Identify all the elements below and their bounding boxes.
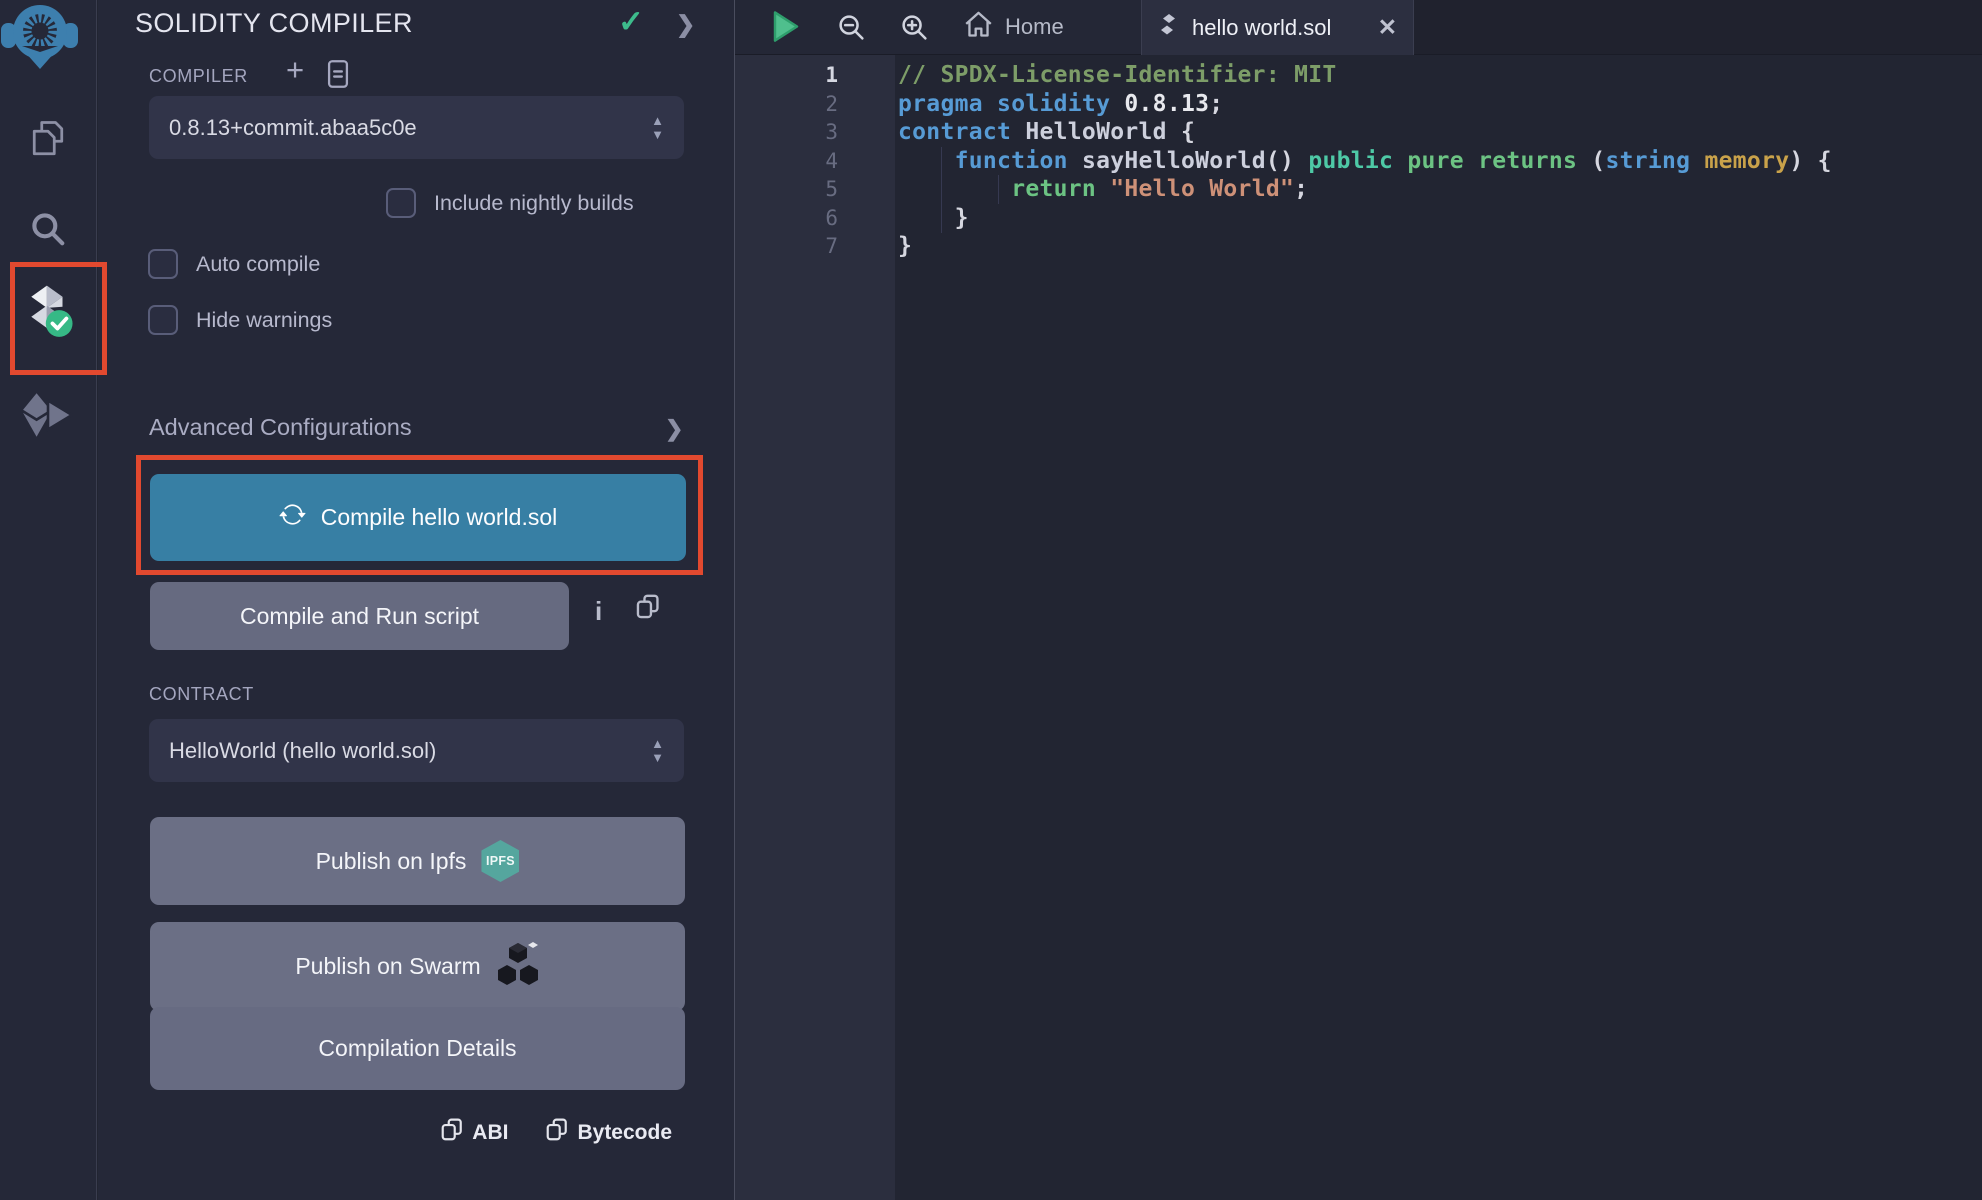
- line-number: 1: [735, 63, 838, 87]
- tab-home-label: Home: [1005, 14, 1064, 40]
- code-text: }: [898, 205, 969, 231]
- side-panel: SOLIDITY COMPILER ✓ ❯ COMPILER + 0.8.13+…: [98, 0, 735, 1200]
- copy-bytecode-button[interactable]: Bytecode: [546, 1118, 672, 1148]
- swarm-icon: [496, 941, 540, 993]
- compilation-details-button[interactable]: Compilation Details: [150, 1007, 685, 1090]
- compiler-version-value: 0.8.13+commit.abaa5c0e: [169, 115, 417, 141]
- include-nightly-row[interactable]: Include nightly builds: [386, 188, 634, 218]
- code-text: function sayHelloWorld() public pure ret…: [898, 148, 1832, 174]
- code-editor[interactable]: 1 // SPDX-License-Identifier: MIT 2 pragma …: [735, 55, 1982, 1200]
- tab-active-label: hello world.sol: [1192, 15, 1331, 41]
- compile-and-run-button[interactable]: Compile and Run script: [150, 582, 569, 650]
- copy-icon[interactable]: [636, 594, 660, 625]
- line-number: 3: [735, 120, 838, 144]
- tabbar-empty-space: [1414, 0, 1982, 54]
- line-number: 5: [735, 177, 838, 201]
- advanced-configurations-toggle[interactable]: Advanced Configurations ❯: [98, 412, 735, 452]
- code-line[interactable]: 2 pragma solidity 0.8.13;: [735, 90, 1982, 119]
- tab-home[interactable]: Home: [963, 0, 1064, 54]
- code-text: pragma solidity 0.8.13;: [898, 91, 1223, 117]
- advanced-configurations-label: Advanced Configurations: [149, 414, 412, 441]
- deploy-run-icon[interactable]: [0, 392, 96, 438]
- code-line[interactable]: 4 function sayHelloWorld() public pure r…: [735, 147, 1982, 176]
- solidity-compiler-icon[interactable]: [0, 280, 96, 338]
- auto-compile-label: Auto compile: [196, 252, 320, 277]
- copy-icon: [546, 1118, 568, 1148]
- compiler-version-select[interactable]: 0.8.13+commit.abaa5c0e ▲▼: [149, 96, 684, 159]
- publish-swarm-label: Publish on Swarm: [295, 953, 480, 980]
- contract-select[interactable]: HelloWorld (hello world.sol) ▲▼: [149, 719, 684, 782]
- publish-ipfs-button[interactable]: Publish on Ipfs IPFS: [150, 817, 685, 905]
- line-number: 2: [735, 92, 838, 116]
- ipfs-icon: IPFS: [481, 840, 519, 882]
- hide-warnings-checkbox[interactable]: [148, 305, 178, 335]
- abi-bytecode-row: ABI Bytecode: [441, 1118, 672, 1148]
- plus-icon[interactable]: +: [286, 52, 304, 88]
- code-lines: 1 // SPDX-License-Identifier: MIT 2 pragma …: [735, 61, 1982, 261]
- file-icon[interactable]: [326, 60, 350, 93]
- activity-bar: [0, 0, 97, 1200]
- editor-tabbar: Home hello world.sol ✕: [735, 0, 1982, 55]
- line-number: 6: [735, 206, 838, 230]
- refresh-icon: [279, 501, 306, 534]
- code-line[interactable]: 7}: [735, 232, 1982, 261]
- auto-compile-checkbox[interactable]: [148, 249, 178, 279]
- panel-title: SOLIDITY COMPILER: [135, 8, 413, 39]
- compile-button-label: Compile hello world.sol: [321, 504, 558, 531]
- home-icon: [963, 9, 994, 46]
- remix-logo[interactable]: [0, 2, 80, 70]
- editor-area: Home hello world.sol ✕ 1 // SPDX-License-…: [735, 0, 1982, 1200]
- copy-icon: [441, 1118, 463, 1148]
- stepper-icon: ▲▼: [651, 738, 664, 763]
- code-line[interactable]: 3 contract HelloWorld {: [735, 118, 1982, 147]
- auto-compile-row[interactable]: Auto compile: [148, 249, 320, 279]
- remix-ide-screen: SOLIDITY COMPILER ✓ ❯ COMPILER + 0.8.13+…: [0, 0, 1982, 1200]
- info-icon[interactable]: i: [595, 596, 602, 627]
- zoom-in-icon[interactable]: [900, 13, 929, 47]
- code-text: // SPDX-License-Identifier: MIT: [898, 62, 1337, 88]
- run-icon[interactable]: [771, 10, 801, 48]
- contract-section-label: CONTRACT: [149, 684, 254, 705]
- code-line[interactable]: 5 return "Hello World";: [735, 175, 1982, 204]
- line-number: 4: [735, 149, 838, 173]
- bytecode-label: Bytecode: [577, 1121, 672, 1145]
- chevron-right-icon[interactable]: ❯: [676, 11, 695, 38]
- include-nightly-label: Include nightly builds: [434, 191, 634, 216]
- code-line[interactable]: 6 }: [735, 204, 1982, 233]
- tab-hello-world-sol[interactable]: hello world.sol ✕: [1141, 0, 1414, 55]
- compiler-success-badge-icon: [46, 310, 73, 337]
- compiler-section-label: COMPILER: [149, 66, 248, 87]
- code-text: }: [898, 233, 912, 259]
- close-icon[interactable]: ✕: [1378, 14, 1397, 41]
- stepper-icon: ▲▼: [651, 115, 664, 140]
- publish-ipfs-label: Publish on Ipfs: [316, 848, 467, 875]
- compile-button[interactable]: Compile hello world.sol: [150, 474, 686, 561]
- contract-select-value: HelloWorld (hello world.sol): [169, 738, 436, 764]
- advanced-chevron-icon: ❯: [665, 416, 683, 442]
- publish-swarm-button[interactable]: Publish on Swarm: [150, 922, 685, 1011]
- check-icon: ✓: [618, 4, 644, 40]
- code-line[interactable]: 1 // SPDX-License-Identifier: MIT: [735, 61, 1982, 90]
- zoom-out-icon[interactable]: [837, 13, 866, 47]
- solidity-file-icon: [1158, 14, 1180, 41]
- code-text: contract HelloWorld {: [898, 119, 1195, 145]
- hide-warnings-row[interactable]: Hide warnings: [148, 305, 332, 335]
- abi-label: ABI: [472, 1121, 508, 1145]
- copy-abi-button[interactable]: ABI: [441, 1118, 508, 1148]
- search-icon[interactable]: [0, 210, 96, 248]
- include-nightly-checkbox[interactable]: [386, 188, 416, 218]
- code-text: return "Hello World";: [898, 176, 1308, 202]
- line-number: 7: [735, 234, 838, 258]
- file-explorer-icon[interactable]: [0, 120, 96, 160]
- hide-warnings-label: Hide warnings: [196, 308, 332, 333]
